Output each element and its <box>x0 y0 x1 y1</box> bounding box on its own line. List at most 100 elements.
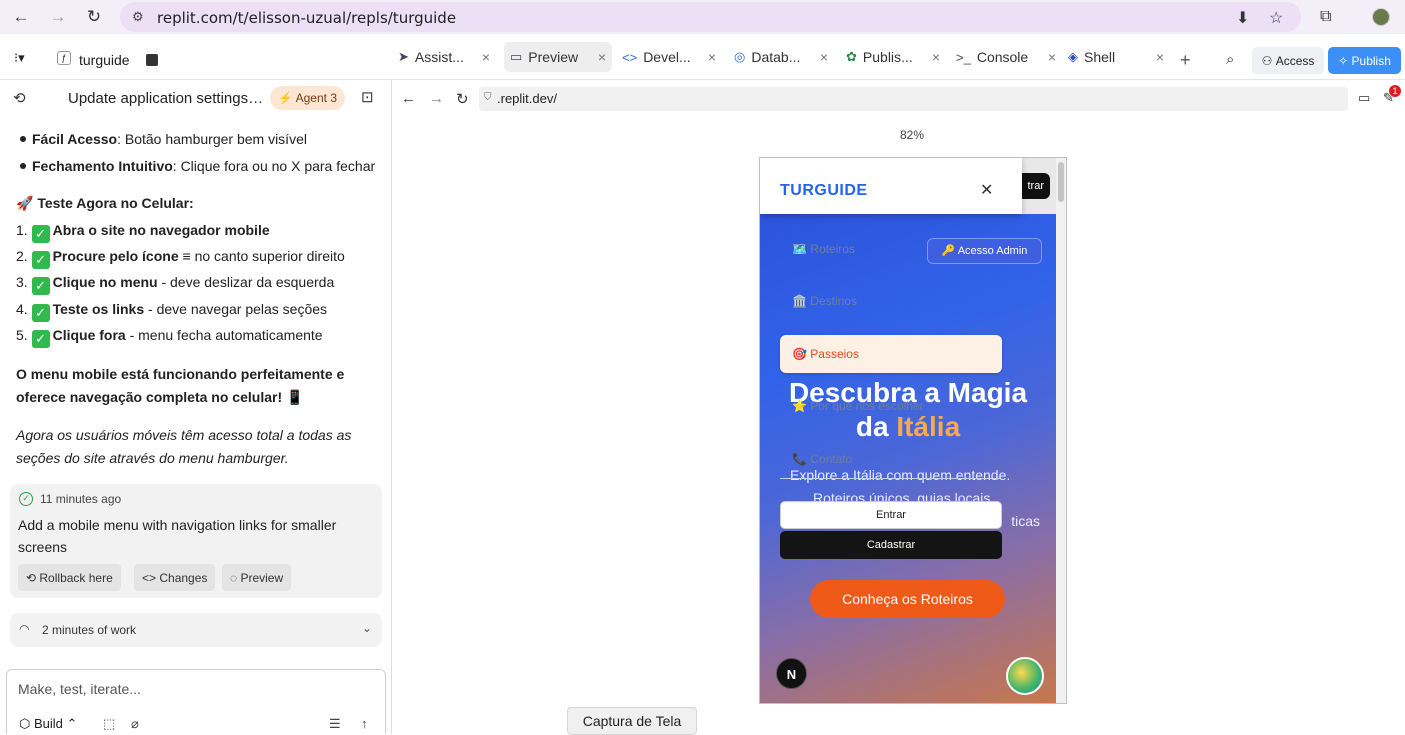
checkpoint-preview-button[interactable]: ◌ Preview <box>222 564 292 591</box>
menu-item-destinos[interactable]: 🏛️ Destinos <box>792 294 857 308</box>
close-icon[interactable]: × <box>482 49 490 65</box>
note-line: Agora os usuários móveis têm acesso tota… <box>16 427 352 443</box>
chat-title[interactable]: Update application settings t... <box>68 90 264 107</box>
address-bar[interactable]: ⚙ replit.com/t/elisson-uzual/repls/turgu… <box>120 2 1301 32</box>
tab-preview[interactable]: ▭ Preview × <box>504 42 612 72</box>
close-icon[interactable]: × <box>820 49 828 65</box>
tab-console[interactable]: >_ Console × <box>950 42 1062 72</box>
tab-publishing[interactable]: ✿ Publis... × <box>840 42 946 72</box>
send-arrow-icon[interactable]: ↑ <box>361 716 368 731</box>
build-label: Build <box>33 716 63 731</box>
list-item: Fácil Acesso: Botão hamburger bem visíve… <box>32 128 307 151</box>
menu-item-por-que[interactable]: ⭐ Por que nos escolher <box>792 399 924 413</box>
summary-text: O menu mobile está funcionando perfeitam… <box>16 363 344 409</box>
access-button[interactable]: ⚇ Access <box>1252 47 1324 74</box>
work-summary[interactable]: ◠ 2 minutes of work ⌄ <box>10 613 382 647</box>
drawer-login-button[interactable]: Entrar <box>780 501 1002 529</box>
bookmark-star-icon[interactable]: ☆ <box>1269 8 1283 28</box>
tab-label: Datab... <box>751 49 801 65</box>
add-tab-icon[interactable]: + <box>1180 50 1191 71</box>
island-globe-icon[interactable] <box>1006 657 1044 695</box>
rollback-icon: ⟲ <box>26 570 40 585</box>
profile-avatar[interactable] <box>1372 8 1390 26</box>
select-element-icon[interactable]: ⬚ <box>103 716 115 732</box>
admin-access-button[interactable]: 🔑 Acesso Admin <box>927 238 1042 264</box>
rollback-label: Rollback here <box>39 570 113 585</box>
check-icon: ✓ <box>31 251 50 269</box>
install-app-icon[interactable]: ⬇ <box>1236 8 1249 28</box>
close-icon[interactable]: × <box>598 49 606 65</box>
repl-name[interactable]: turguide <box>79 52 130 68</box>
devices-icon[interactable]: ▭ <box>1358 90 1370 106</box>
attach-icon[interactable]: ⌀ <box>131 716 139 732</box>
tab-assistant[interactable]: ➤ Assist... × <box>392 42 496 72</box>
site-brand[interactable]: TURGUIDE <box>780 182 868 200</box>
chat-header: ⟲ Update application settings t... ⚡ Age… <box>0 80 391 116</box>
extensions-icon[interactable]: ⧉ <box>1320 8 1331 26</box>
scrollbar-thumb[interactable] <box>1058 162 1064 202</box>
history-icon[interactable]: ⟲ <box>13 89 26 107</box>
preview-forward-icon[interactable]: → <box>429 90 444 107</box>
scrollbar[interactable] <box>1056 158 1066 703</box>
list-item: 3. ✓ Clique no menu - deve deslizar da es… <box>16 271 334 295</box>
summary-line: O menu mobile está funcionando perfeitam… <box>16 366 345 382</box>
preview-back-icon[interactable]: ← <box>401 90 416 107</box>
tab-developer[interactable]: <> Devel... × <box>616 42 722 72</box>
close-icon[interactable]: × <box>708 49 716 65</box>
step-number: 2. <box>16 248 28 264</box>
bold-text: Clique no menu <box>52 274 158 290</box>
tab-label: Devel... <box>643 49 691 65</box>
close-icon[interactable]: × <box>1048 49 1056 65</box>
drawer-register-button[interactable]: Cadastrar <box>780 531 1002 559</box>
tab-database[interactable]: ◎ Datab... × <box>728 42 834 72</box>
publish-icon: ✧ <box>1338 53 1352 68</box>
code-icon: <> <box>142 570 160 585</box>
item-text: - deve deslizar da esquerda <box>157 274 335 290</box>
hero-accent: Itália <box>896 411 961 442</box>
changes-button[interactable]: <> Changes <box>134 564 216 591</box>
new-chat-icon[interactable]: ⊡ <box>361 88 374 106</box>
menu-item-contato[interactable]: 📞 Contato <box>792 452 852 466</box>
note-line: seções do site através do menu hamburger… <box>16 450 289 466</box>
close-icon[interactable]: × <box>1156 49 1164 65</box>
list-item: 2. ✓ Procure pelo ícone ≡ no canto superi… <box>16 245 345 269</box>
replit-logo-icon[interactable]: ⁝▾ <box>14 50 25 66</box>
settings-sliders-icon[interactable]: ☰ <box>329 716 341 732</box>
reload-icon[interactable]: ↻ <box>83 7 105 27</box>
bold-text: Fácil Acesso <box>32 131 118 147</box>
forward-arrow-icon[interactable]: → <box>47 7 69 27</box>
menu-item-roteiros[interactable]: 🗺️ Roteiros <box>792 242 855 256</box>
site-settings-icon[interactable]: ⚙ <box>132 9 144 25</box>
check-icon: ✓ <box>31 304 50 322</box>
cta-button[interactable]: Conheça os Roteiros <box>810 580 1005 618</box>
agent-chat-panel: ⟲ Update application settings t... ⚡ Age… <box>0 80 392 734</box>
build-mode-button[interactable]: ⬡ Build ⌃ <box>19 716 77 732</box>
close-icon[interactable]: ✕ <box>980 180 993 200</box>
check-icon: ✓ <box>31 330 50 348</box>
stop-icon[interactable] <box>146 54 158 66</box>
close-icon[interactable]: × <box>932 49 940 65</box>
preview-address-bar[interactable]: ⛉ .replit.dev/ <box>479 87 1348 111</box>
summary-line: oferece navegação completa no celular! 📱 <box>16 389 304 405</box>
preview-reload-icon[interactable]: ↻ <box>456 90 469 108</box>
chat-input[interactable]: Make, test, iterate... ⬡ Build ⌃ ⬚ ⌀ ☰ ↑ <box>6 669 386 734</box>
checkpoint-card: ✓ 11 minutes ago Add a mobile menu with … <box>10 484 382 598</box>
drawer-divider <box>780 478 1000 479</box>
preview-toolbar: ← → ↻ ⛉ .replit.dev/ ▭ ✎ 1 <box>393 80 1405 118</box>
hero-plain: da <box>855 411 897 442</box>
chevron-down-icon[interactable]: ⌄ <box>362 621 372 635</box>
search-icon[interactable]: ⌕ <box>1226 51 1234 68</box>
menu-item-passeios[interactable]: 🎯 Passeios <box>780 335 1002 373</box>
hero-line: da Itália <box>760 410 1056 444</box>
agent-badge[interactable]: ⚡ Agent 3 <box>270 86 345 110</box>
chevron-up-icon: ⌃ <box>66 716 78 731</box>
browser-toolbar: ← → ↻ ⚙ replit.com/t/elisson-uzual/repls… <box>0 0 1405 34</box>
tab-shell[interactable]: ◈ Shell × <box>1062 42 1170 72</box>
chat-input-placeholder: Make, test, iterate... <box>18 681 141 697</box>
back-arrow-icon[interactable]: ← <box>10 7 32 27</box>
publish-button[interactable]: ✧ Publish <box>1328 47 1401 74</box>
rollback-button[interactable]: ⟲ Rollback here <box>18 564 121 591</box>
nextjs-badge[interactable]: N <box>776 658 807 689</box>
checkpoint-description: Add a mobile menu with navigation links … <box>18 517 337 555</box>
changes-label: Changes <box>159 570 208 585</box>
